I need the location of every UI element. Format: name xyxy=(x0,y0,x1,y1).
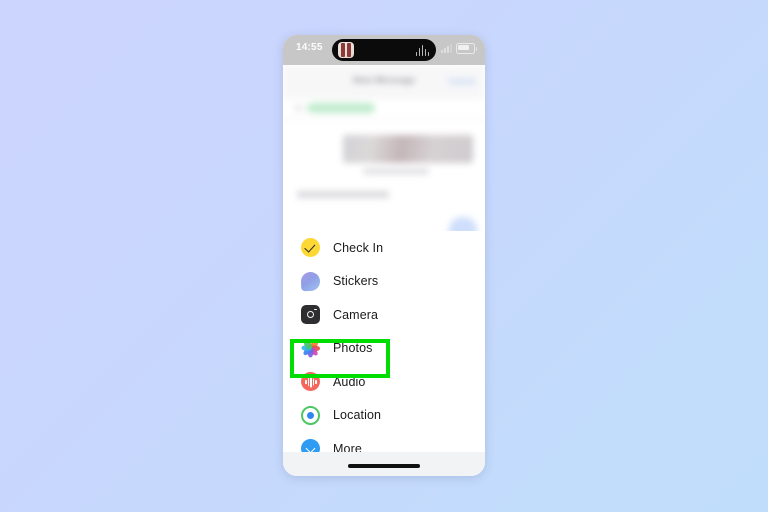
menu-item-label: Photos xyxy=(333,341,373,356)
page-title: New Message xyxy=(352,75,416,86)
home-indicator-bar xyxy=(348,464,420,468)
recipient-chip[interactable] xyxy=(307,103,375,113)
photos-icon xyxy=(301,338,320,358)
menu-item-location[interactable]: Location xyxy=(283,399,485,433)
menu-item-stickers[interactable]: Stickers xyxy=(283,265,485,299)
audio-icon xyxy=(301,372,320,392)
status-indicators xyxy=(441,43,477,54)
dynamic-island[interactable] xyxy=(332,39,436,61)
phone-device: New Message Cancel To: Check In Stickers… xyxy=(283,35,485,476)
menu-item-audio[interactable]: Audio xyxy=(283,365,485,399)
check-in-icon xyxy=(301,238,320,258)
music-app-icon xyxy=(338,42,354,58)
blurred-contact-subtitle xyxy=(363,169,429,174)
stickers-icon xyxy=(300,271,321,292)
battery-icon xyxy=(456,43,477,54)
status-bar: 14:55 xyxy=(283,35,485,65)
to-field-row[interactable]: To: xyxy=(283,99,485,120)
cellular-signal-icon xyxy=(441,44,452,53)
blurred-contact-name xyxy=(343,135,473,163)
status-time: 14:55 xyxy=(296,42,323,53)
menu-item-label: Location xyxy=(333,408,382,423)
audio-waveform-icon xyxy=(416,45,430,56)
menu-item-check-in[interactable]: Check In xyxy=(283,231,485,265)
menu-item-photos[interactable]: Photos xyxy=(283,332,485,366)
menu-item-label: Camera xyxy=(333,307,379,322)
menu-item-camera[interactable]: Camera xyxy=(283,298,485,332)
blurred-message-meta xyxy=(297,191,389,198)
menu-item-label: Stickers xyxy=(333,274,379,289)
camera-icon xyxy=(301,305,320,325)
navigation-bar: New Message Cancel xyxy=(283,65,485,99)
imessage-app-menu: Check In Stickers Camera Photos Audio Lo… xyxy=(283,231,485,476)
location-icon xyxy=(301,405,320,425)
menu-item-label: Check In xyxy=(333,240,384,255)
to-field-label: To: xyxy=(294,104,305,113)
cancel-button[interactable]: Cancel xyxy=(449,76,475,86)
menu-item-label: Audio xyxy=(333,374,366,389)
